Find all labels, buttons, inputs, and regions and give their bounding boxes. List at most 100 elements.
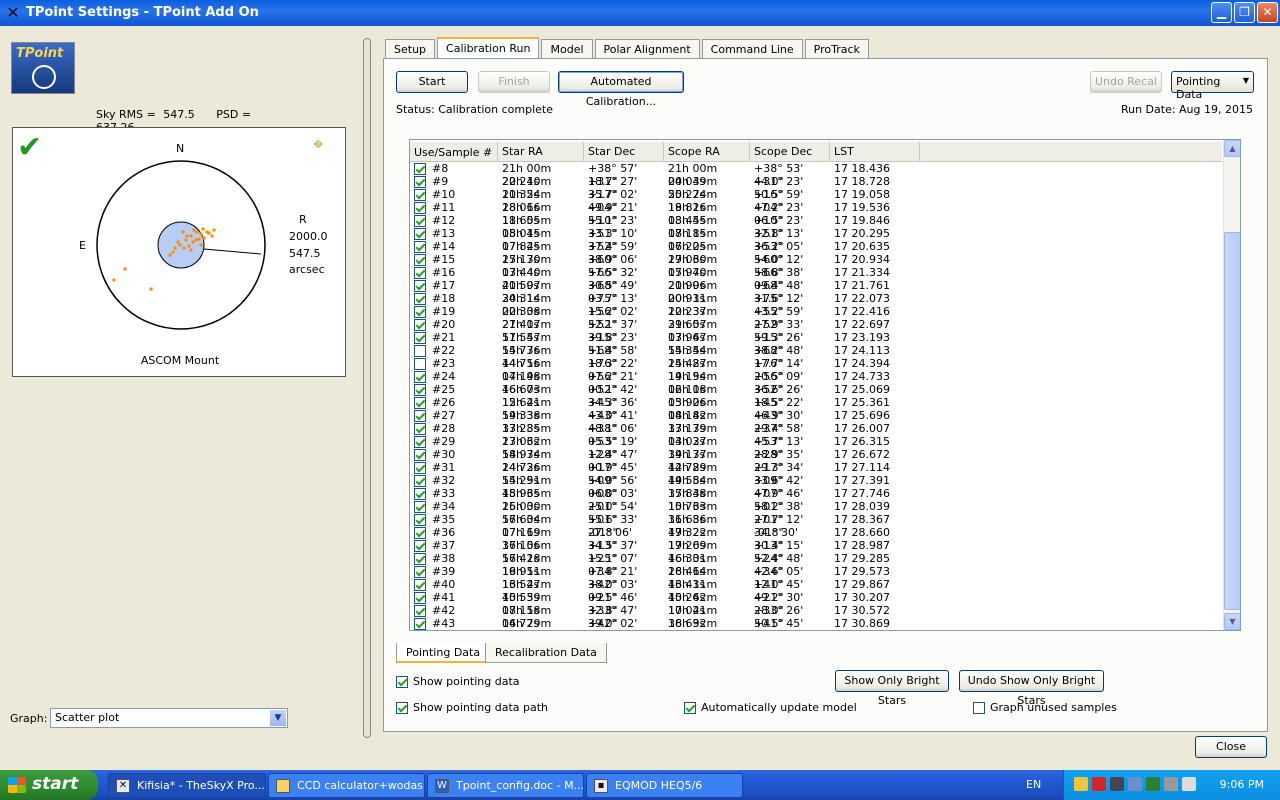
tab-protrack[interactable]: ProTrack [804,39,869,59]
checkbox-box[interactable] [973,701,985,714]
use-checkbox[interactable] [414,227,426,240]
use-checkbox[interactable] [414,162,426,175]
table-row[interactable]: #30 14h 34m 24.73s +28° 47' 00.9" 14h 37m 4… [410,448,1222,474]
finish-button[interactable]: Finish [478,71,550,93]
undo-show-only-bright-stars-button[interactable]: Undo Show Only Bright Stars [959,670,1104,707]
table-row[interactable]: #41 15h 39m 08.15s +21° 46' 32.8" 15h 42m 1… [410,591,1222,617]
table-row[interactable]: #29 13h 32m 58.97s +53° 19' 12.4" 13h 37m 3… [410,435,1222,461]
use-checkbox[interactable] [414,253,426,266]
table-row[interactable]: #39 16h 11m 13.54s +34° 21' 38.0" 16h 14m 4… [410,565,1222,591]
table-row[interactable]: #10 20h 24m 28.06s +17° 02' 49.9" 20h 24m 1… [410,188,1222,214]
tab-calibration-run[interactable]: Calibration Run [437,37,540,59]
maximize-button[interactable]: ❐ [1234,2,1255,23]
table-row[interactable]: #35 16h 34m 07.16s +01° 33' 27.8" 16h 36m 4… [410,513,1222,539]
table-row[interactable]: #8 21h 00m 22.21s +38° 57' 18.7" 21h 00m 04… [410,162,1222,188]
scroll-down-icon[interactable]: ▼ [1224,613,1240,630]
graph-select[interactable]: Scatter plot ▼ [50,708,288,728]
use-checkbox[interactable] [414,552,426,565]
use-checkbox[interactable] [414,578,426,591]
table-row[interactable]: #37 17h 06m 57.41s +13° 37' 15.1" 17h 09m 4… [410,539,1222,565]
table-row[interactable]: #9 20h 40m 11.35s +31° 27' 35.7" 20h 39m 55… [410,175,1222,201]
table-row[interactable]: #43 16h 29m 01.57s +42° 02' 40.1" 16h 32m 5… [410,617,1222,630]
undo-recal-button[interactable]: Undo Recal [1090,71,1162,93]
scroll-up-icon[interactable]: ▲ [1224,140,1240,157]
tab-pointing-data[interactable]: Pointing Data [396,643,491,663]
use-checkbox[interactable] [414,305,426,318]
use-checkbox[interactable] [414,500,426,513]
table-row[interactable]: #33 15h 35m 26.00s +08° 03' 25.0" 15h 38m 1… [410,487,1222,513]
use-checkbox[interactable] [414,175,426,188]
table-row[interactable]: #19 20h 38m 27.41s +56° 02' 52.1" 20h 37m 3… [410,305,1222,331]
column-header[interactable]: Scope Dec [750,142,830,162]
clock[interactable]: 9:06 PM [1220,778,1264,791]
table-row[interactable]: #26 15h 21m 59.33s +45° 36' 43.0" 15h 26m 0… [410,396,1222,422]
tab-polar-alignment[interactable]: Polar Alignment [594,39,700,59]
use-checkbox[interactable] [414,409,426,422]
volume-icon[interactable] [1164,777,1178,791]
shield-icon[interactable] [1074,777,1088,791]
use-checkbox[interactable] [414,513,426,526]
tab-setup[interactable]: Setup [385,39,436,59]
taskbar-item[interactable]: W Tpoint_config.doc - M... [427,773,584,798]
use-checkbox[interactable] [414,422,426,435]
use-checkbox[interactable] [414,370,426,383]
table-row[interactable]: #34 15h 30m 57.60s +01° 54' 55.6" 15h 33m 3… [410,500,1222,526]
table-row[interactable]: #40 16h 27m 40.55s +42° 03' 09.5" 16h 31m 4… [410,578,1222,604]
table-row[interactable]: #36 17h 19m 36.15s -01° 06' 34.5" 17h 22m 1… [410,526,1222,552]
table-row[interactable]: #27 14h 38m 37.28s +43° 41' 48.1" 14h 42m 3… [410,409,1222,435]
taskbar-item[interactable]: ✕ Kifisia* - TheSkyX Pro... [108,773,266,798]
use-checkbox[interactable] [414,318,426,331]
pointing-data-dropdown[interactable]: Pointing Data ▼ [1171,71,1254,101]
language-indicator[interactable]: EN [1026,778,1041,791]
column-header[interactable]: Star RA [498,142,584,162]
use-checkbox[interactable] [414,331,426,344]
show-pointing-data-checkbox[interactable]: Show pointing data [396,675,520,688]
tab-recalibration-data[interactable]: Recalibration Data [485,643,607,663]
table-row[interactable]: #38 16h 28m 19.95s +25° 07' 07.8" 16h 31m 2… [410,552,1222,578]
chevron-down-icon[interactable]: ▼ [270,710,286,726]
use-checkbox[interactable] [414,539,426,552]
use-checkbox[interactable] [414,240,426,253]
use-checkbox[interactable] [414,383,426,396]
table-row[interactable]: #20 21h 07m 51.55s +52° 37' 39.8" 21h 07m 0… [410,318,1222,344]
use-checkbox[interactable] [414,344,426,357]
table-row[interactable]: #32 14h 51m 48.96s +09° 56' 06.0" 14h 54m 3… [410,474,1222,500]
column-header[interactable]: Star Dec [584,142,664,162]
column-header[interactable]: LST [830,142,920,162]
scroll-thumb[interactable] [1224,232,1240,610]
table-row[interactable]: #12 18h 55m 05.04s +10° 23' 33.3" 18h 55m 0… [410,214,1222,240]
table-row[interactable]: #11 18h 16m 11.60s +04° 21' 55.1" 18h 16m 0… [410,201,1222,227]
vertical-scrollbar[interactable]: ▲ ▼ [1223,140,1240,630]
ati-icon[interactable] [1092,777,1106,791]
start-button[interactable]: Start [396,71,468,93]
table-row[interactable]: #15 17h 30m 03.44s +60° 06' 57.5" 17h 30m 0… [410,253,1222,279]
use-checkbox[interactable] [414,188,426,201]
network-icon[interactable] [1110,777,1124,791]
tab-command-line[interactable]: Command Line [701,39,803,59]
use-checkbox[interactable] [414,591,426,604]
use-checkbox[interactable] [414,201,426,214]
use-checkbox[interactable] [414,435,426,448]
use-checkbox[interactable] [414,604,426,617]
use-checkbox[interactable] [414,474,426,487]
use-checkbox[interactable] [414,214,426,227]
status-icon[interactable] [1146,777,1160,791]
use-checkbox[interactable] [414,396,426,409]
table-row[interactable]: #28 13h 35m 27.06s +38° 06' 05.5" 13h 39m 0… [410,422,1222,448]
taskbar-item[interactable]: ▪ EQMOD HEQ5/6 [586,773,743,798]
use-checkbox[interactable] [414,461,426,474]
table-row[interactable]: #24 14h 48m 46.67s +56° 21' 00.1" 14h 54m 0… [410,370,1222,396]
taskbar-item[interactable]: CCD calculator+wodaski [268,773,425,798]
checkbox-box[interactable] [396,701,408,714]
device-icon[interactable] [1128,777,1142,791]
use-checkbox[interactable] [414,487,426,500]
minimize-button[interactable]: ▁ [1211,2,1232,23]
use-checkbox[interactable] [414,565,426,578]
use-checkbox[interactable] [414,279,426,292]
clock-tray-icon[interactable] [1182,777,1196,791]
table-row[interactable]: #18 20h 14m 02.30s +75° 13' 15.2" 20h 11m 1… [410,292,1222,318]
use-checkbox[interactable] [414,292,426,305]
table-row[interactable]: #25 16h 03m 12.64s +52° 42' 34.3" 16h 08m 0… [410,383,1222,409]
table-row[interactable]: #13 18h 15m 07.84s +51° 10' 37.4" 18h 15m 0… [410,227,1222,253]
auto-update-model-checkbox[interactable]: Automatically update model [684,701,857,714]
